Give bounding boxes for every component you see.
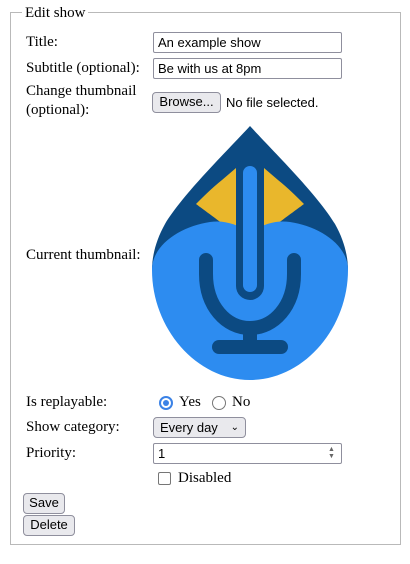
priority-label: Priority: — [26, 445, 77, 461]
delete-button[interactable]: Delete — [23, 515, 75, 536]
fieldset-legend: Edit show — [22, 5, 89, 21]
save-button[interactable]: Save — [23, 493, 65, 514]
spinner-icon[interactable]: ▲ ▼ — [325, 446, 338, 461]
replayable-no-label: No — [232, 394, 251, 410]
disabled-label: Disabled — [178, 470, 232, 486]
show-category-select[interactable]: Every day ⌄ — [153, 417, 246, 438]
change-thumbnail-label-line1: Change thumbnail — [26, 83, 137, 99]
title-input[interactable]: An example show — [153, 32, 342, 53]
browse-button[interactable]: Browse... — [152, 92, 221, 113]
replayable-label: Is replayable: — [26, 394, 108, 410]
microphone-drop-icon — [152, 126, 348, 380]
chevron-down-icon: ⌄ — [230, 422, 239, 433]
replayable-no-radio[interactable] — [212, 396, 226, 410]
thumbnail-image — [152, 124, 348, 382]
priority-input[interactable]: 1 ▲ ▼ — [153, 443, 342, 464]
change-thumbnail-label-line2: (optional): — [26, 102, 90, 118]
current-thumbnail-label: Current thumbnail: — [26, 247, 141, 263]
file-status-text: No file selected. — [226, 95, 319, 110]
priority-value: 1 — [158, 446, 166, 461]
subtitle-label: Subtitle (optional): — [26, 60, 140, 76]
subtitle-input[interactable]: Be with us at 8pm — [153, 58, 342, 79]
replayable-yes-radio[interactable] — [159, 396, 173, 410]
title-label: Title: — [26, 34, 58, 50]
replayable-yes-label: Yes — [179, 394, 201, 410]
show-category-label: Show category: — [26, 419, 120, 435]
disabled-checkbox[interactable] — [158, 472, 171, 485]
show-category-value: Every day — [160, 420, 218, 435]
